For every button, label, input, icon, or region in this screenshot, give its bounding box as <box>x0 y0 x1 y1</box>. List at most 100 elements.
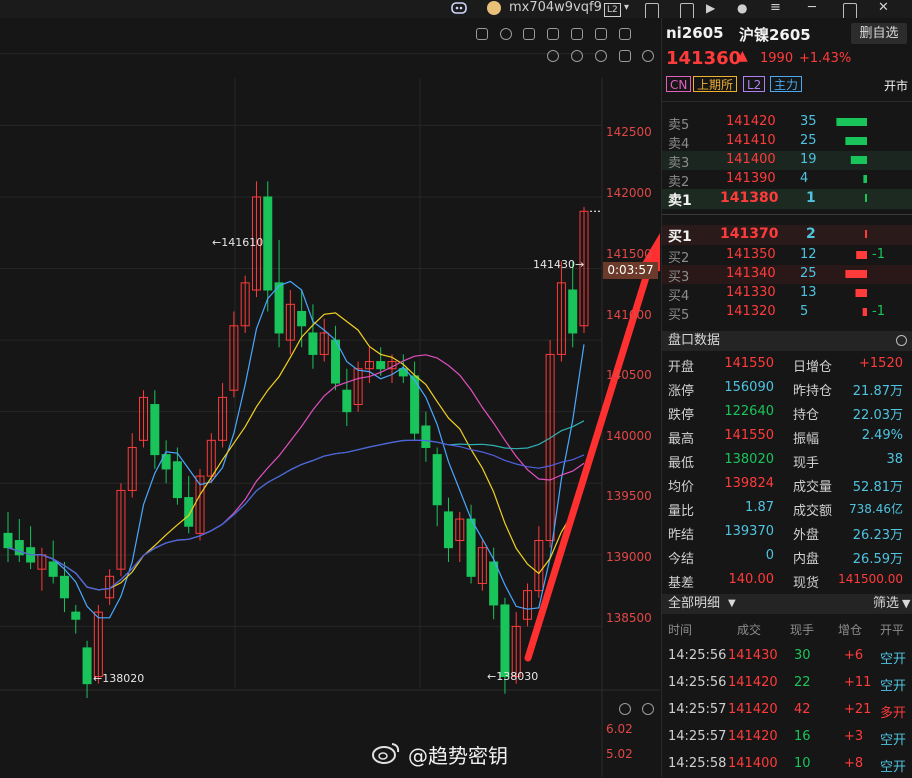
sub-tick: 6.02 <box>606 722 633 736</box>
candle-body <box>432 454 442 506</box>
trades-title[interactable]: 全部明细 <box>668 594 720 614</box>
trade-type: 空开 <box>880 760 907 775</box>
watermark: @趋势密钥 <box>408 744 508 768</box>
trade-oi-change: +3 <box>844 729 864 744</box>
stat-value: 139824 <box>724 476 774 491</box>
trade-row[interactable]: 14:25:58 141400 10 +8 空开 <box>662 756 912 778</box>
stat-label: 持仓 <box>793 408 820 423</box>
settings-icon[interactable] <box>619 50 631 62</box>
ask-depth-bar <box>836 118 867 126</box>
trade-volume: 42 <box>794 702 811 717</box>
sub-tick: 5.02 <box>606 747 633 761</box>
trades-header: 全部明细 ▼ 筛选 ▼ <box>662 594 912 614</box>
candle-body <box>71 611 81 620</box>
chevron-down-icon[interactable]: ▼ <box>728 594 736 614</box>
undo-icon[interactable] <box>547 50 559 62</box>
trade-row[interactable]: 14:25:56 141420 22 +11 空开 <box>662 675 912 697</box>
candle-body <box>59 575 69 599</box>
pen-icon[interactable] <box>476 28 488 40</box>
minimize-icon[interactable]: ─ <box>808 0 816 18</box>
candle-body <box>184 497 194 527</box>
stat-label: 内盘 <box>793 552 820 567</box>
trade-headers: 时间 成交 现手 增仓 开平 <box>662 621 912 641</box>
account-name[interactable]: mx704w9vqf9 <box>509 0 602 18</box>
weibo-icon <box>372 743 400 764</box>
trade-row[interactable]: 14:25:57 141420 16 +3 空开 <box>662 729 912 751</box>
trade-row[interactable]: 14:25:56 141430 30 +6 空开 <box>662 648 912 670</box>
candle-body <box>308 332 318 355</box>
stat-value: 1.87 <box>745 500 774 515</box>
candle-body <box>274 282 284 334</box>
top-bar: mx704w9vqf9 L2 ▾ ▶ ● ≡ ─ ✕ <box>0 0 912 21</box>
candle-body <box>172 461 182 499</box>
zoom-in-icon[interactable] <box>571 50 583 62</box>
trade-time: 14:25:58 <box>668 756 727 771</box>
trade-time: 14:25:56 <box>668 675 727 690</box>
stat-label: 最高 <box>668 432 695 447</box>
col-type: 开平 <box>880 623 905 637</box>
stat-value: 52.81万 <box>852 480 903 495</box>
ma5-line <box>7 280 585 619</box>
stat-value: 122640 <box>724 404 774 419</box>
stat-label: 成交量 <box>793 480 833 495</box>
trade-type: 空开 <box>880 679 907 694</box>
bell-icon[interactable]: ● <box>737 0 747 18</box>
quote-data-header: 盘口数据 <box>662 331 912 351</box>
stat-label: 振幅 <box>793 432 820 447</box>
candle-body <box>297 310 307 327</box>
price-tick: 139500 <box>606 489 652 503</box>
stat-value: 22.03万 <box>852 408 903 423</box>
kline-chart[interactable]: 142500 142000 141500 141000 140500 14000… <box>0 18 660 777</box>
close-icon[interactable]: ✕ <box>878 0 889 18</box>
bid-depth-bar <box>855 289 867 297</box>
stat-value: 138020 <box>724 452 774 467</box>
trade-type: 多开 <box>880 706 907 721</box>
ask-depth-bar <box>865 194 867 202</box>
zoom-out-icon[interactable] <box>595 50 607 62</box>
candle-body <box>568 289 578 334</box>
chevron-down-icon[interactable]: ▾ <box>624 0 629 18</box>
menu-icon[interactable]: ≡ <box>770 0 781 18</box>
stat-value: 141550 <box>724 428 774 443</box>
stat-label: 成交额 <box>793 504 833 519</box>
grid-icon[interactable] <box>571 28 583 40</box>
stat-label: 日增仓 <box>793 360 833 375</box>
quote-panel: ni2605 沪镍2605 删自选 141360 ▲ 1990 +1.43% C… <box>661 18 912 777</box>
stat-value: 156090 <box>724 380 774 395</box>
expand-icon[interactable] <box>595 28 607 40</box>
bid-depth-bar <box>862 308 867 316</box>
camera-icon[interactable] <box>547 28 559 40</box>
bid-depth-bar <box>865 230 867 238</box>
trade-row[interactable]: 14:25:57 141420 42 +21 多开 <box>662 702 912 724</box>
indicator-settings-icon[interactable] <box>642 703 654 715</box>
reset-icon[interactable] <box>642 50 654 62</box>
filter-icon[interactable]: ▼ <box>902 594 910 614</box>
candle-body <box>466 518 476 577</box>
stat-value: 141550 <box>724 356 774 371</box>
robot-icon[interactable] <box>450 0 468 18</box>
alert-icon[interactable] <box>500 28 512 40</box>
settings-gear-icon[interactable] <box>896 335 907 346</box>
diamond-icon[interactable] <box>523 28 535 40</box>
col-volume: 现手 <box>790 623 815 637</box>
candlestick-chart[interactable] <box>0 18 660 777</box>
high-label: ←141610 <box>212 236 264 249</box>
trade-price: 141420 <box>728 729 778 744</box>
close-indicator-icon[interactable] <box>619 703 631 715</box>
stat-row: 基差 140.00 现货 141500.00 <box>662 572 912 594</box>
play-icon[interactable]: ▶ <box>706 0 715 18</box>
stat-row: 量比 1.87 成交额 738.46亿 <box>662 500 912 522</box>
stat-row: 均价 139824 成交量 52.81万 <box>662 476 912 498</box>
candle-body <box>342 389 352 413</box>
depth-bars <box>836 118 867 316</box>
stat-value: 2.49% <box>861 428 903 443</box>
trade-price: 141430 <box>728 648 778 663</box>
trade-volume: 16 <box>794 729 811 744</box>
filter-button[interactable]: 筛选 <box>873 594 899 614</box>
trade-price: 141420 <box>728 675 778 690</box>
fullscreen-icon[interactable] <box>619 28 631 40</box>
avatar[interactable] <box>485 0 503 18</box>
ask-depth-bar <box>845 137 867 145</box>
price-tick: 142000 <box>606 186 652 200</box>
trade-type: 空开 <box>880 733 907 748</box>
